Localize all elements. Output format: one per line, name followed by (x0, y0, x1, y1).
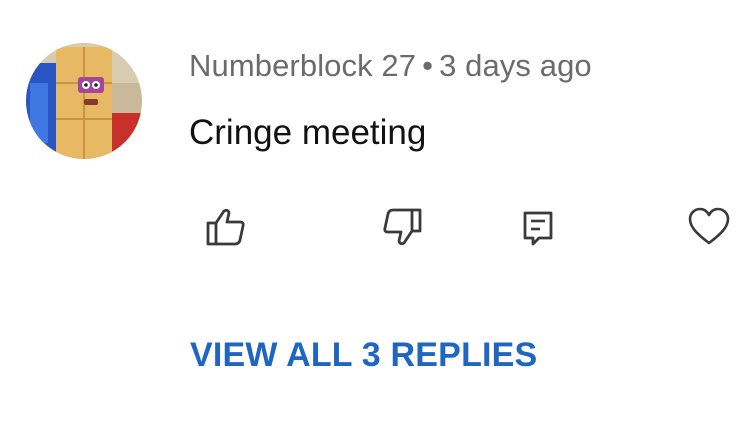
comment-text: Cringe meeting (189, 113, 427, 152)
author-name[interactable]: Numberblock 27 (189, 48, 416, 83)
thumbs-up-icon (206, 208, 245, 246)
dislike-button[interactable] (379, 204, 425, 250)
heart-button[interactable] (686, 204, 732, 250)
reply-comment-icon (523, 211, 553, 246)
thumbs-down-icon (383, 208, 422, 246)
comment-timestamp: 3 days ago (439, 48, 592, 83)
view-replies-link[interactable]: VIEW ALL 3 REPLIES (190, 336, 537, 375)
comment-meta: Numberblock 27 • 3 days ago (189, 48, 592, 84)
numberblock-avatar-icon (26, 43, 142, 159)
like-button[interactable] (203, 204, 249, 250)
avatar[interactable] (26, 43, 142, 159)
reply-button[interactable] (515, 204, 561, 250)
comment-thread: Numberblock 27 • 3 days ago Cringe meeting… (0, 0, 755, 422)
heart-icon (688, 207, 730, 245)
meta-separator: • (422, 48, 434, 83)
